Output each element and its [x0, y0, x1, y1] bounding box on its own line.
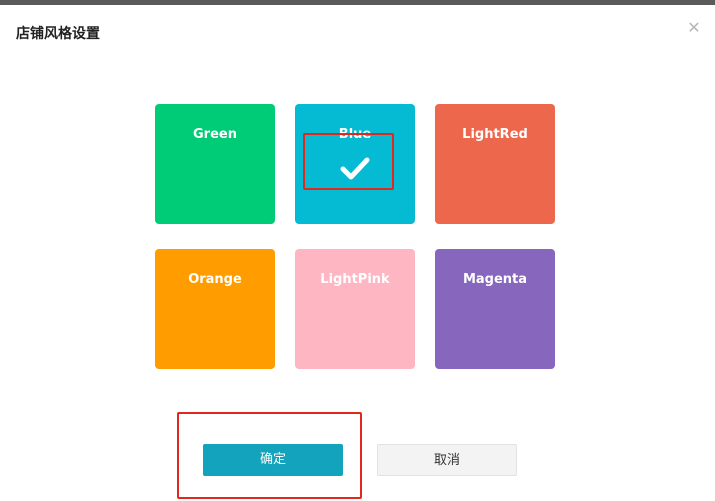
- close-icon[interactable]: ✕: [685, 19, 703, 37]
- theme-tile-lightpink[interactable]: LightPink: [295, 249, 415, 369]
- theme-label: Magenta: [462, 272, 528, 287]
- theme-tile-blue[interactable]: Blue: [295, 104, 415, 224]
- dialog-title: 店铺风格设置: [16, 26, 100, 42]
- theme-tile-orange[interactable]: Orange: [155, 249, 275, 369]
- theme-label: Green: [193, 127, 237, 142]
- theme-tile-magenta[interactable]: Magenta: [435, 249, 555, 369]
- style-settings-dialog: 店铺风格设置 ✕ Green Blue LightRed Orange Ligh…: [0, 0, 715, 501]
- confirm-button[interactable]: 确定: [203, 444, 343, 476]
- checkmark-icon: [340, 157, 370, 180]
- theme-label: Blue: [338, 127, 372, 142]
- theme-label: LightPink: [320, 272, 390, 287]
- theme-tile-lightred[interactable]: LightRed: [435, 104, 555, 224]
- theme-label: LightRed: [462, 127, 528, 142]
- theme-label: Orange: [188, 272, 242, 287]
- theme-tile-green[interactable]: Green: [155, 104, 275, 224]
- cancel-button[interactable]: 取消: [377, 444, 517, 476]
